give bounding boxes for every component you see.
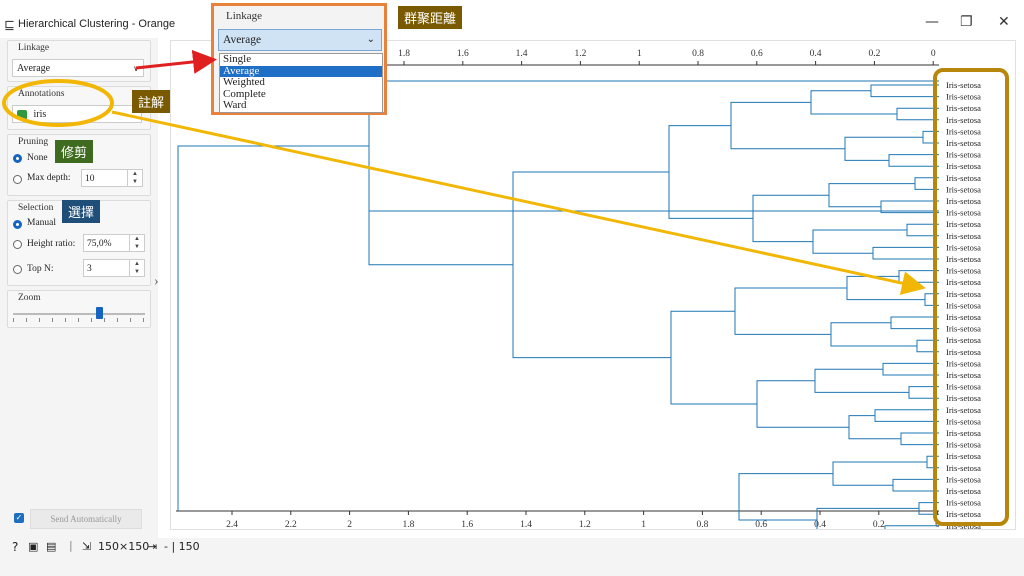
help-icon[interactable]: ? (12, 540, 18, 554)
yellow-arrow (111, 110, 926, 295)
input-summary: 150×150 (98, 540, 150, 553)
save-icon[interactable]: ▣ (28, 540, 38, 553)
separator: | (69, 539, 73, 552)
input-icon: ⇲ (82, 540, 92, 553)
highlight-ellipse (2, 79, 114, 127)
red-arrow (135, 49, 217, 74)
output-summary: - | 150 (164, 540, 200, 553)
report-icon[interactable]: ▤ (46, 540, 56, 553)
annotation-overlay (2, 49, 1009, 526)
leaf-labels-outline (933, 68, 1009, 526)
output-icon: ⇥ (148, 540, 158, 553)
status-bar: ? ▣ ▤ | ⇲ 150×150 ⇥ - | 150 (0, 538, 1024, 576)
